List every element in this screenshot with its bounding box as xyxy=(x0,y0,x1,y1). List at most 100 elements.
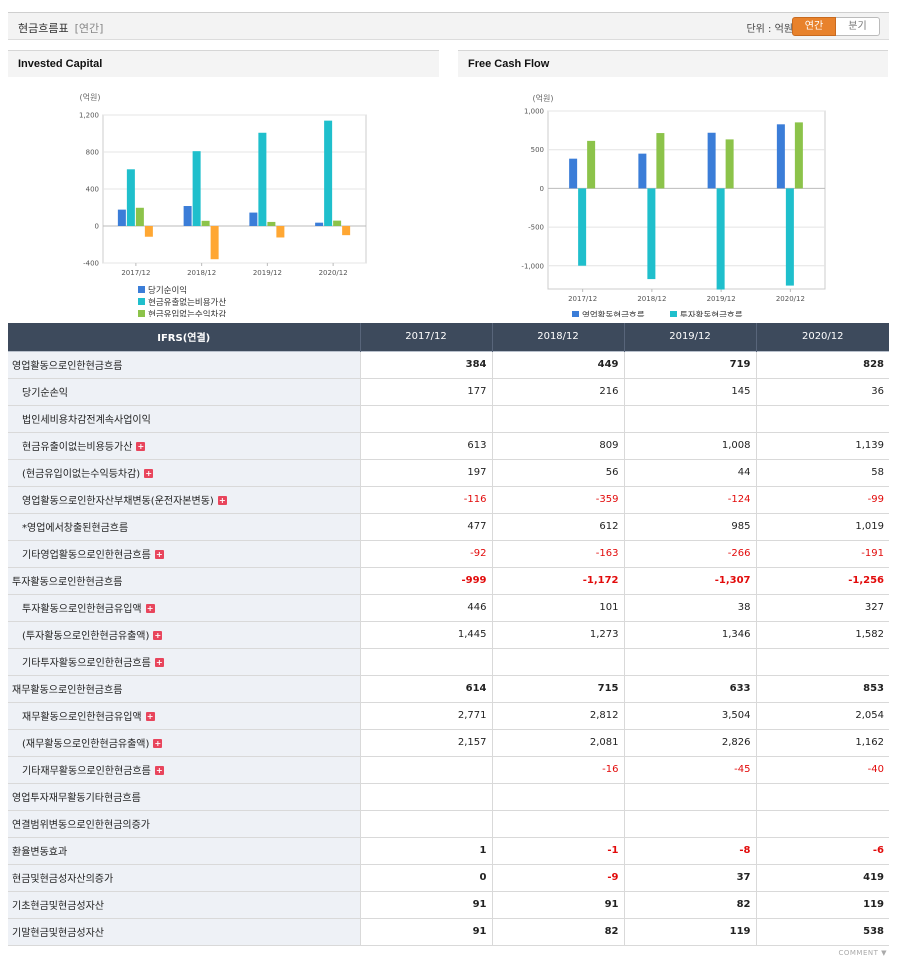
value-cell xyxy=(359,809,492,838)
value-cell: 828 xyxy=(755,350,889,379)
legend-swatch xyxy=(572,311,579,317)
legend-swatch xyxy=(138,286,145,293)
legend-swatch xyxy=(670,311,677,317)
value-cell: -45 xyxy=(623,756,756,784)
row-label: 법인세비용차감전계속사업이익 xyxy=(8,405,360,433)
quarter-toggle-button[interactable]: 분기 xyxy=(836,17,880,36)
value-cell: 1,346 xyxy=(623,621,756,649)
value-cell: -1,172 xyxy=(491,566,624,595)
bar-2 xyxy=(578,188,587,266)
header-standard: IFRS(연결) xyxy=(8,323,360,351)
expand-plus-icon[interactable]: + xyxy=(154,766,164,775)
value-cell xyxy=(491,405,624,433)
value-cell: 91 xyxy=(491,890,624,919)
table-header-row: IFRS(연결) 2017/12 2018/12 2019/12 2020/12 xyxy=(8,323,889,351)
value-cell xyxy=(359,648,492,676)
value-cell xyxy=(755,648,889,676)
value-cell: -191 xyxy=(755,540,889,568)
bar-3 xyxy=(267,221,276,226)
table-row: 연결범위변동으로인한현금의증가 xyxy=(8,809,889,838)
value-cell xyxy=(359,405,492,433)
value-cell xyxy=(623,809,756,838)
header-period: 2020/12 xyxy=(755,323,889,351)
bar-1 xyxy=(776,124,785,189)
expand-plus-icon[interactable]: + xyxy=(136,442,146,451)
row-label-text: 당기순손익 xyxy=(22,388,68,399)
comment-toggle[interactable]: COMMENT ▼ xyxy=(838,949,887,957)
value-cell: 715 xyxy=(491,674,624,703)
value-cell: 1,139 xyxy=(755,432,889,460)
bar-4 xyxy=(276,226,285,238)
expand-plus-icon[interactable]: + xyxy=(154,550,164,559)
expand-plus-icon[interactable]: + xyxy=(145,604,155,613)
bar-1 xyxy=(707,132,716,189)
value-cell: -124 xyxy=(623,486,756,514)
expand-plus-icon[interactable]: + xyxy=(153,631,163,640)
free-cash-flow-title: Free Cash Flow xyxy=(458,50,888,77)
bar-1 xyxy=(569,158,578,189)
x-tick-label: 2017/12 xyxy=(568,295,597,303)
row-label-text: (현금유입이없는수익등차감) xyxy=(22,469,141,480)
row-label-text: 투자활동으로인한현금흐름 xyxy=(12,577,123,588)
value-cell: 0 xyxy=(359,863,492,892)
value-cell: -163 xyxy=(491,540,624,568)
value-cell xyxy=(491,782,624,811)
row-label: *영업에서창출된현금흐름 xyxy=(8,513,360,541)
value-cell: 3,504 xyxy=(623,702,756,730)
row-label-text: 연결범위변동으로인한현금의증가 xyxy=(12,820,150,831)
legend-label: 현금유입없는수익차감 xyxy=(148,309,226,317)
expand-plus-icon[interactable]: + xyxy=(145,712,155,721)
value-cell: 719 xyxy=(623,350,756,379)
table-row: 투자활동으로인한현금유입액 +446 101 38 327 xyxy=(8,594,889,622)
bar-1 xyxy=(183,206,192,226)
row-label: 연결범위변동으로인한현금의증가 xyxy=(8,809,360,838)
invested-capital-chart: (억원) 1,200 800 400 0 -400 2017/12 2018/12 2019/1… xyxy=(79,92,367,317)
legend-swatch xyxy=(138,298,145,305)
value-cell: -92 xyxy=(359,540,492,568)
value-cell: 177 xyxy=(359,378,492,406)
row-label-text: (재무활동으로인한현금유출액) xyxy=(22,739,150,750)
table-row: (투자활동으로인한현금유출액) +1,445 1,273 1,346 1,582 xyxy=(8,621,889,649)
row-label: 기타재무활동으로인한현금흐름 + xyxy=(8,756,360,784)
bar-2 xyxy=(716,188,725,290)
row-label: 재무활동으로인한현금흐름 xyxy=(8,674,360,703)
value-cell: 449 xyxy=(491,350,624,379)
value-cell: 36 xyxy=(755,378,889,406)
y-axis-unit-label: (억원) xyxy=(533,93,554,103)
bar-3 xyxy=(333,220,342,226)
value-cell: -1 xyxy=(491,836,624,865)
value-cell: 613 xyxy=(359,432,492,460)
row-label: 재무활동으로인한현금유입액 + xyxy=(8,702,360,730)
row-label: 기타영업활동으로인한현금흐름 + xyxy=(8,540,360,568)
value-cell: 612 xyxy=(491,513,624,541)
expand-plus-icon[interactable]: + xyxy=(217,496,227,505)
value-cell: 419 xyxy=(755,863,889,892)
period-toggle: 연간 분기 xyxy=(792,17,880,36)
value-cell: -6 xyxy=(755,836,889,865)
bar-2 xyxy=(324,120,333,226)
legend-label: 영업활동현금흐름 xyxy=(582,310,645,317)
value-cell: -16 xyxy=(491,756,624,784)
table-row: 재무활동으로인한현금유입액 +2,771 2,812 3,504 2,054 xyxy=(8,702,889,730)
row-label: 기초현금및현금성자산 xyxy=(8,890,360,919)
annual-toggle-button[interactable]: 연간 xyxy=(792,17,836,36)
unit-label: 단위 : 억원 xyxy=(746,24,793,35)
value-cell: 2,054 xyxy=(755,702,889,730)
legend-label: 투자활동현금흐름 xyxy=(680,310,743,317)
value-cell: 1,445 xyxy=(359,621,492,649)
bar-2 xyxy=(785,188,794,286)
y-tick-label: 0 xyxy=(540,185,544,193)
row-label: (현금유입이없는수익등차감) + xyxy=(8,459,360,487)
expand-plus-icon[interactable]: + xyxy=(153,739,163,748)
value-cell: -40 xyxy=(755,756,889,784)
x-tick-label: 2020/12 xyxy=(319,269,348,277)
table-row: *영업에서창출된현금흐름 477 612 985 1,019 xyxy=(8,513,889,541)
expand-plus-icon[interactable]: + xyxy=(144,469,154,478)
row-label-text: 재무활동으로인한현금유입액 xyxy=(22,712,142,723)
value-cell: -359 xyxy=(491,486,624,514)
row-label: 투자활동으로인한현금흐름 xyxy=(8,566,360,595)
value-cell: 145 xyxy=(623,378,756,406)
expand-plus-icon[interactable]: + xyxy=(154,658,164,667)
row-label: 당기순손익 xyxy=(8,378,360,406)
table-row: 당기순손익 177 216 145 36 xyxy=(8,378,889,406)
